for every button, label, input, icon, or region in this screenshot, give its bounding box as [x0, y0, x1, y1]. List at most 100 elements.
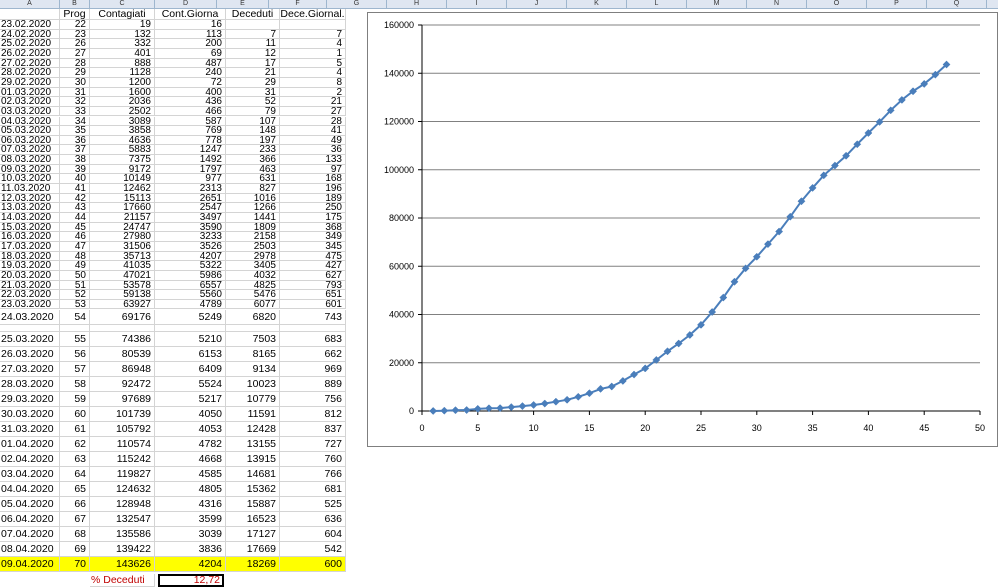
cell-dg[interactable]: 27 — [280, 106, 346, 117]
cell-cg[interactable]: 436 — [155, 97, 226, 107]
cell-cg[interactable] — [155, 324, 226, 332]
cell-dg[interactable]: 812 — [280, 406, 346, 422]
header-dece-giorn[interactable]: Dece.Giornal. — [280, 9, 346, 20]
cell-cont[interactable]: 21157 — [90, 213, 155, 223]
cell-dec[interactable]: 1266 — [226, 203, 280, 213]
cell-cont[interactable]: 132547 — [90, 511, 155, 527]
cell-cont[interactable]: 135586 — [90, 526, 155, 542]
cell-cont[interactable]: 92472 — [90, 376, 155, 392]
header-cont-giorn[interactable]: Cont.Giorna — [155, 9, 226, 20]
cell-dg[interactable]: 175 — [280, 213, 346, 223]
cell-prog[interactable]: 39 — [60, 164, 90, 175]
cell-cont[interactable]: 888 — [90, 58, 155, 69]
cell-dg[interactable]: 636 — [280, 511, 346, 527]
cell-prog[interactable]: 68 — [60, 526, 90, 542]
cell-dec[interactable]: 17 — [226, 58, 280, 69]
cell-date[interactable]: 06.03.2020 — [0, 135, 60, 146]
cell-dg[interactable]: 475 — [280, 251, 346, 262]
cell-dec[interactable]: 21 — [226, 68, 280, 78]
column-header-i[interactable]: I — [447, 0, 507, 8]
cell-dec[interactable]: 366 — [226, 155, 280, 165]
cell-cg[interactable]: 4204 — [155, 556, 226, 572]
cell-date[interactable]: 05.03.2020 — [0, 126, 60, 136]
cell-date[interactable]: 30.03.2020 — [0, 406, 60, 422]
cell-date[interactable]: 01.03.2020 — [0, 87, 60, 98]
cell-cont[interactable]: 97689 — [90, 391, 155, 407]
cell-date[interactable]: 05.04.2020 — [0, 496, 60, 512]
column-header-j[interactable]: J — [507, 0, 567, 8]
cell-cont[interactable]: 128948 — [90, 496, 155, 512]
cell-cg[interactable]: 6409 — [155, 361, 226, 377]
cell-cg[interactable]: 5322 — [155, 261, 226, 271]
cell-prog[interactable]: 63 — [60, 451, 90, 467]
cell-date[interactable]: 23.03.2020 — [0, 299, 60, 310]
cell-cg[interactable]: 4782 — [155, 436, 226, 452]
cell-prog[interactable]: 33 — [60, 106, 90, 117]
cell-date[interactable]: 12.03.2020 — [0, 193, 60, 204]
cell-date[interactable]: 02.04.2020 — [0, 451, 60, 467]
column-header-p[interactable]: P — [867, 0, 927, 8]
cell-date[interactable]: 06.04.2020 — [0, 511, 60, 527]
cell-cont[interactable]: 143626 — [90, 556, 155, 572]
cell-cg[interactable]: 5217 — [155, 391, 226, 407]
cell-date[interactable]: 08.03.2020 — [0, 155, 60, 165]
column-header-d[interactable]: D — [155, 0, 217, 8]
cell-prog[interactable]: 53 — [60, 299, 90, 310]
cell-date[interactable]: 04.04.2020 — [0, 481, 60, 497]
cell-prog[interactable]: 23 — [60, 29, 90, 40]
cell-dg[interactable]: 250 — [280, 203, 346, 213]
cell-dec[interactable]: 18269 — [226, 556, 280, 572]
cell-dg[interactable]: 41 — [280, 126, 346, 136]
cell-cg[interactable]: 778 — [155, 135, 226, 146]
cell-dec[interactable]: 10779 — [226, 391, 280, 407]
cell-cont[interactable]: 1600 — [90, 87, 155, 98]
cell-date[interactable]: 02.03.2020 — [0, 97, 60, 107]
cell-prog[interactable]: 43 — [60, 203, 90, 213]
cell-prog[interactable]: 67 — [60, 511, 90, 527]
cell-cg[interactable]: 113 — [155, 29, 226, 40]
pct-deceduti-value[interactable]: 12,72 — [158, 573, 224, 587]
cell-dec[interactable]: 13915 — [226, 451, 280, 467]
header-date[interactable] — [0, 9, 60, 20]
cell-date[interactable]: 08.04.2020 — [0, 541, 60, 557]
header-contagiati[interactable]: Contagiati — [90, 9, 155, 20]
cell-date[interactable]: 21.03.2020 — [0, 280, 60, 291]
cell-dg[interactable]: 189 — [280, 193, 346, 204]
cell-dec[interactable]: 14681 — [226, 466, 280, 482]
cell-dg[interactable]: 349 — [280, 232, 346, 242]
cell-dg[interactable]: 5 — [280, 58, 346, 69]
cell-prog[interactable]: 52 — [60, 290, 90, 300]
cell-dec[interactable]: 7503 — [226, 331, 280, 347]
cell-cont[interactable]: 3858 — [90, 126, 155, 136]
cell-dg[interactable]: 760 — [280, 451, 346, 467]
cell-dg[interactable]: 743 — [280, 309, 346, 325]
cell-cont[interactable]: 27980 — [90, 232, 155, 242]
cell-cg[interactable]: 4050 — [155, 406, 226, 422]
cell-prog[interactable]: 35 — [60, 126, 90, 136]
cell-cont[interactable]: 4636 — [90, 135, 155, 146]
cell-dec[interactable]: 52 — [226, 97, 280, 107]
cell-dg[interactable]: 542 — [280, 541, 346, 557]
cell-prog[interactable]: 29 — [60, 68, 90, 78]
cell-prog[interactable]: 62 — [60, 436, 90, 452]
cell-prog[interactable]: 42 — [60, 193, 90, 204]
cell-cg[interactable]: 3836 — [155, 541, 226, 557]
cell-cg[interactable]: 4789 — [155, 299, 226, 310]
cell-cg[interactable]: 3526 — [155, 241, 226, 252]
cell-prog[interactable]: 70 — [60, 556, 90, 572]
cell-cg[interactable]: 487 — [155, 58, 226, 69]
cell-cont[interactable]: 3089 — [90, 116, 155, 127]
cell-cont[interactable]: 132 — [90, 29, 155, 40]
cell-prog[interactable]: 69 — [60, 541, 90, 557]
cell-dg[interactable]: 727 — [280, 436, 346, 452]
cell-date[interactable]: 09.03.2020 — [0, 164, 60, 175]
cell-cg[interactable]: 5249 — [155, 309, 226, 325]
cell-prog[interactable] — [60, 324, 90, 332]
cell-dec[interactable]: 9134 — [226, 361, 280, 377]
cell-cg[interactable]: 5560 — [155, 290, 226, 300]
cell-dec[interactable]: 29 — [226, 77, 280, 88]
cell-prog[interactable]: 37 — [60, 145, 90, 156]
column-header-q[interactable]: Q — [927, 0, 987, 8]
cell-cg[interactable]: 72 — [155, 77, 226, 88]
cell-prog[interactable]: 56 — [60, 346, 90, 362]
